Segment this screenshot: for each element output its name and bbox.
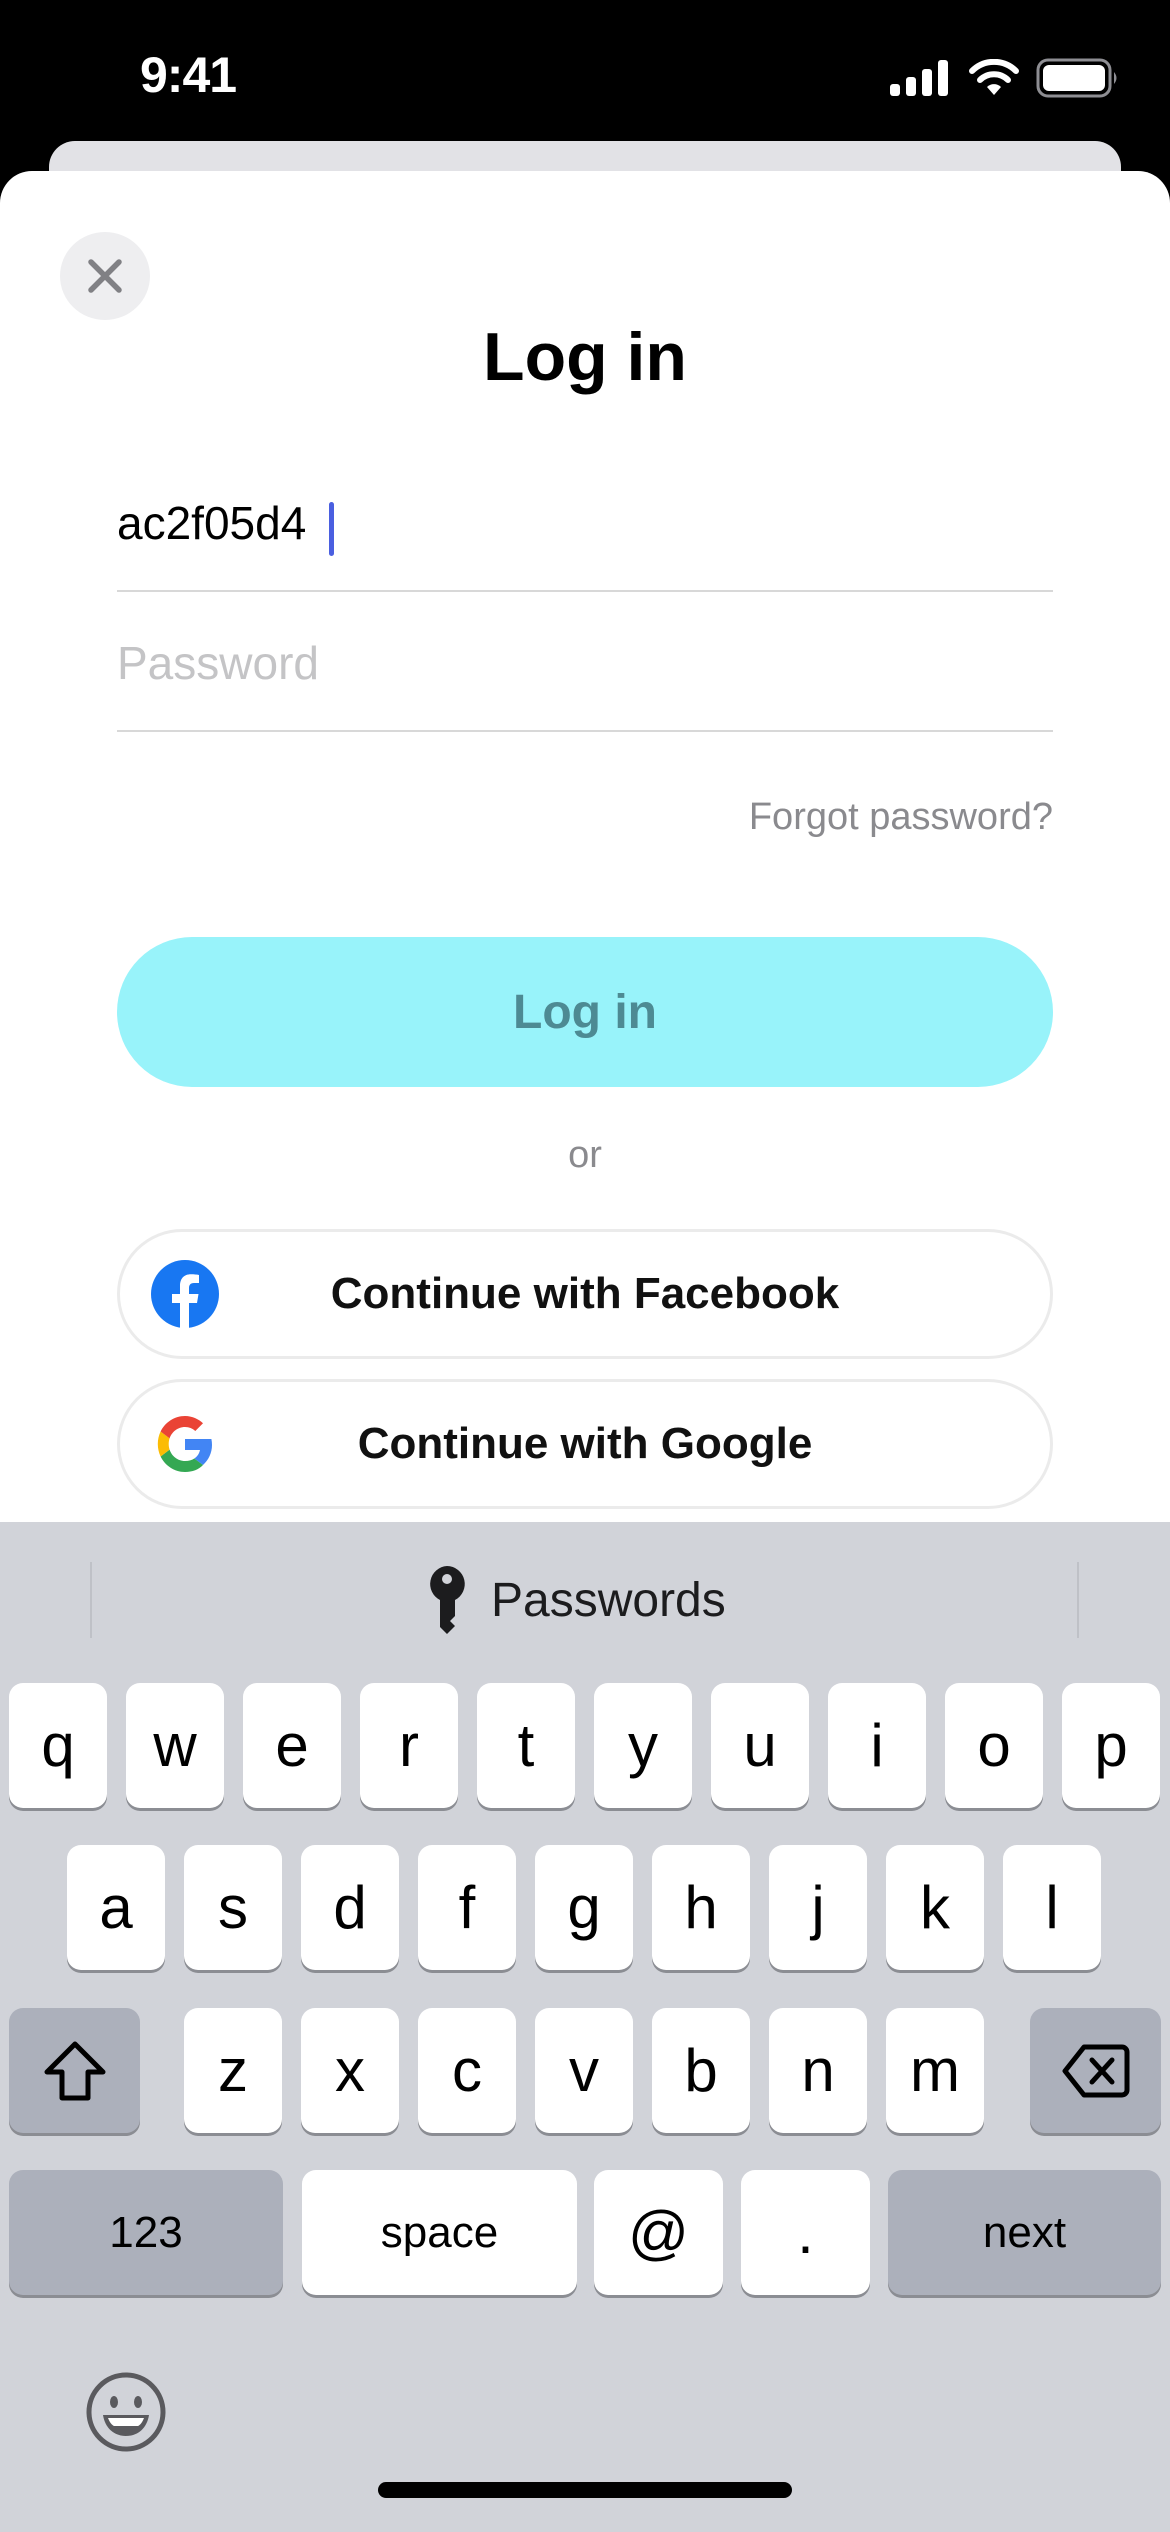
numbers-key[interactable]: 123: [9, 2170, 283, 2295]
delete-key[interactable]: [1030, 2008, 1161, 2133]
key-g[interactable]: g: [535, 1845, 633, 1970]
key-r[interactable]: r: [360, 1683, 458, 1808]
key-e[interactable]: e: [243, 1683, 341, 1808]
passwords-label: Passwords: [491, 1573, 726, 1627]
emoji-button[interactable]: [84, 2370, 168, 2454]
shift-key[interactable]: [9, 2008, 140, 2133]
key-o[interactable]: o: [945, 1683, 1043, 1808]
key-q[interactable]: q: [9, 1683, 107, 1808]
key-m[interactable]: m: [886, 2008, 984, 2133]
key-n[interactable]: n: [769, 2008, 867, 2133]
status-icons: [890, 56, 1120, 100]
home-indicator: [378, 2482, 792, 2498]
key-j[interactable]: j: [769, 1845, 867, 1970]
status-time: 9:41: [140, 47, 237, 103]
login-button[interactable]: Log in: [117, 937, 1053, 1087]
key-v[interactable]: v: [535, 2008, 633, 2133]
key-x[interactable]: x: [301, 2008, 399, 2133]
key-l[interactable]: l: [1003, 1845, 1101, 1970]
passwords-suggestion[interactable]: Passwords: [425, 1560, 726, 1640]
key-p[interactable]: p: [1062, 1683, 1160, 1808]
period-key[interactable]: .: [741, 2170, 870, 2295]
username-input[interactable]: [117, 496, 1053, 550]
key-w[interactable]: w: [126, 1683, 224, 1808]
keyboard-suggestion-bar: Passwords: [0, 1522, 1170, 1672]
battery-icon: [1036, 58, 1117, 98]
facebook-button-label: Continue with Facebook: [330, 1269, 840, 1318]
close-button[interactable]: [60, 232, 150, 320]
password-field[interactable]: [117, 592, 1053, 732]
emoji-icon: [86, 2372, 166, 2452]
key-d[interactable]: d: [301, 1845, 399, 1970]
text-caret: [329, 502, 334, 556]
suggestion-divider: [90, 1562, 92, 1638]
key-s[interactable]: s: [184, 1845, 282, 1970]
wifi-icon: [969, 59, 1019, 95]
or-divider: or: [568, 1134, 602, 1176]
key-y[interactable]: y: [594, 1683, 692, 1808]
next-key[interactable]: next: [888, 2170, 1161, 2295]
key-b[interactable]: b: [652, 2008, 750, 2133]
key-i[interactable]: i: [828, 1683, 926, 1808]
delete-icon: [1062, 2044, 1129, 2097]
key-a[interactable]: a: [67, 1845, 165, 1970]
key-icon: [430, 1566, 465, 1634]
key-k[interactable]: k: [886, 1845, 984, 1970]
forgot-password-link[interactable]: Forgot password?: [749, 796, 1053, 839]
key-h[interactable]: h: [652, 1845, 750, 1970]
continue-with-google-button[interactable]: Continue with Google: [117, 1379, 1053, 1509]
shift-icon: [44, 2041, 105, 2100]
google-icon: [157, 1416, 212, 1472]
close-icon: [88, 259, 122, 293]
key-u[interactable]: u: [711, 1683, 809, 1808]
key-t[interactable]: t: [477, 1683, 575, 1808]
key-c[interactable]: c: [418, 2008, 516, 2133]
facebook-icon: [151, 1260, 219, 1329]
continue-with-facebook-button[interactable]: Continue with Facebook: [117, 1229, 1053, 1359]
google-button-label: Continue with Google: [357, 1419, 813, 1468]
password-input[interactable]: [117, 636, 1053, 690]
key-z[interactable]: z: [184, 2008, 282, 2133]
status-bar: 9:41: [0, 0, 1170, 141]
space-key[interactable]: space: [302, 2170, 577, 2295]
at-key[interactable]: @: [594, 2170, 723, 2295]
key-f[interactable]: f: [418, 1845, 516, 1970]
username-field[interactable]: [117, 452, 1053, 592]
page-title: Log in: [483, 319, 687, 395]
suggestion-divider: [1077, 1562, 1079, 1638]
cellular-signal-icon: [890, 60, 948, 96]
